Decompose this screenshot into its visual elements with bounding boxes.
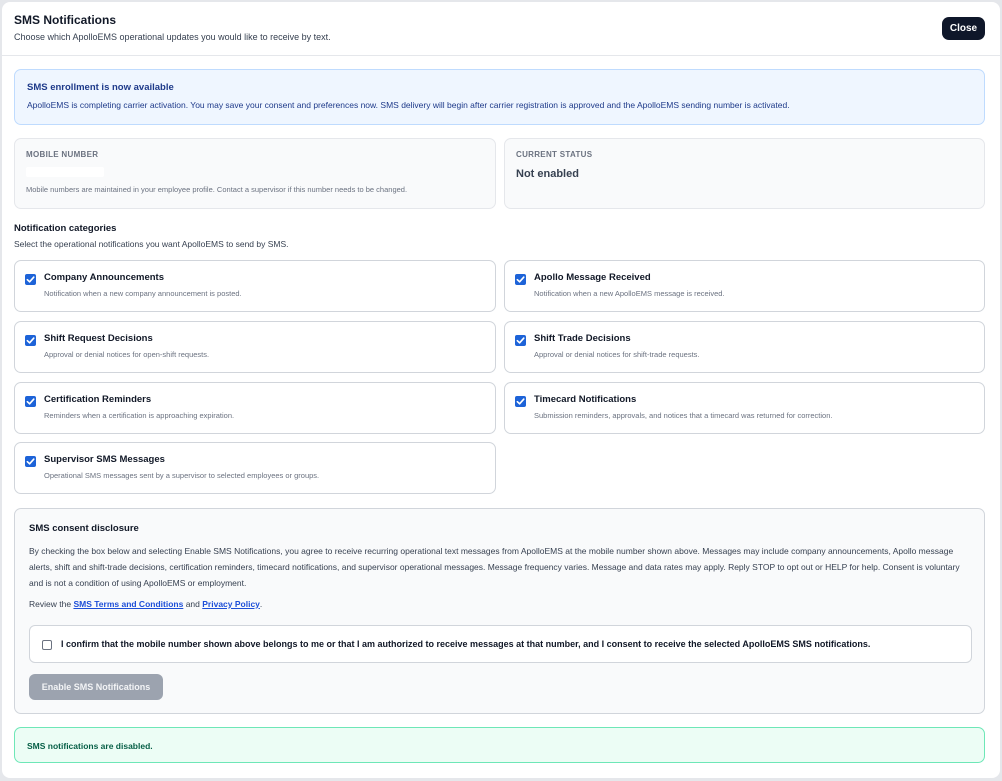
sms-terms-link[interactable]: SMS Terms and Conditions (73, 599, 183, 609)
review-and: and (185, 599, 200, 609)
categories-title: Notification categories (14, 223, 117, 234)
checkbox-checked-icon[interactable] (25, 396, 36, 407)
consent-confirm-option[interactable]: I confirm that the mobile number shown a… (29, 625, 972, 663)
checkbox-checked-icon[interactable] (515, 396, 526, 407)
consent-disclosure-panel: SMS consent disclosure By checking the b… (14, 508, 985, 714)
info-banner-body: ApolloEMS is completing carrier activati… (27, 100, 790, 110)
consent-confirm-text: I confirm that the mobile number shown a… (61, 639, 871, 649)
checkbox-checked-icon[interactable] (515, 335, 526, 346)
review-prefix: Review the (29, 599, 72, 609)
checkbox-checked-icon[interactable] (25, 456, 36, 467)
review-links: Review the SMS Terms and Conditions and … (29, 599, 262, 609)
dialog-subtitle: Choose which ApolloEMS operational updat… (14, 32, 331, 42)
mobile-number-card: MOBILE NUMBER Mobile numbers are maintai… (14, 138, 496, 209)
categories-description: Select the operational notifications you… (14, 239, 289, 249)
category-option-apollo-message-received[interactable]: Apollo Message Received Notification whe… (504, 260, 985, 312)
category-option-title: Shift Request Decisions (44, 333, 153, 344)
category-option-certification-reminders[interactable]: Certification Reminders Reminders when a… (14, 382, 496, 434)
category-option-title: Apollo Message Received (534, 272, 651, 283)
category-option-description: Submission reminders, approvals, and not… (534, 411, 833, 420)
review-period: . (259, 599, 263, 609)
enrollment-info-banner: SMS enrollment is now available ApolloEM… (14, 69, 985, 125)
category-option-description: Notification when a new ApolloEMS messag… (534, 289, 725, 298)
sms-status-text: SMS notifications are disabled. (27, 741, 153, 751)
category-option-shift-request-decisions[interactable]: Shift Request Decisions Approval or deni… (14, 321, 496, 373)
sms-notifications-dialog: SMS Notifications Choose which ApolloEMS… (2, 2, 1000, 778)
sms-status-banner: SMS notifications are disabled. (14, 727, 985, 763)
current-status-label: CURRENT STATUS (516, 150, 593, 159)
category-option-title: Timecard Notifications (534, 394, 637, 405)
checkbox-checked-icon[interactable] (25, 335, 36, 346)
current-status-card: CURRENT STATUS Not enabled (504, 138, 985, 209)
consent-body: By checking the box below and selecting … (29, 546, 960, 588)
checkbox-checked-icon[interactable] (25, 274, 36, 285)
mobile-number-value (26, 167, 104, 177)
category-option-supervisor-sms-messages[interactable]: Supervisor SMS Messages Operational SMS … (14, 442, 496, 494)
category-option-description: Reminders when a certification is approa… (44, 411, 235, 420)
consent-checkbox[interactable] (42, 640, 52, 650)
category-option-timecard-notifications[interactable]: Timecard Notifications Submission remind… (504, 382, 985, 434)
mobile-number-label: MOBILE NUMBER (26, 150, 99, 159)
category-option-description: Operational SMS messages sent by a super… (44, 471, 320, 480)
dialog-title: SMS Notifications (14, 13, 117, 27)
category-option-company-announcements[interactable]: Company Announcements Notification when … (14, 260, 496, 312)
enable-sms-button[interactable]: Enable SMS Notifications (29, 674, 163, 700)
category-option-description: Notification when a new company announce… (44, 289, 242, 298)
mobile-number-note: Mobile numbers are maintained in your em… (26, 185, 408, 194)
info-banner-title: SMS enrollment is now available (27, 82, 174, 93)
category-option-title: Shift Trade Decisions (534, 333, 631, 344)
category-option-title: Company Announcements (44, 272, 164, 283)
dialog-header: SMS Notifications Choose which ApolloEMS… (2, 2, 1000, 56)
privacy-policy-link[interactable]: Privacy Policy (202, 599, 260, 609)
consent-title: SMS consent disclosure (29, 523, 139, 534)
category-option-description: Approval or denial notices for shift-tra… (534, 350, 700, 359)
category-option-title: Supervisor SMS Messages (44, 454, 165, 465)
checkbox-checked-icon[interactable] (515, 274, 526, 285)
category-option-description: Approval or denial notices for open-shif… (44, 350, 210, 359)
category-option-title: Certification Reminders (44, 394, 152, 405)
close-button[interactable]: Close (942, 17, 985, 40)
category-option-shift-trade-decisions[interactable]: Shift Trade Decisions Approval or denial… (504, 321, 985, 373)
current-status-value: Not enabled (516, 168, 579, 180)
